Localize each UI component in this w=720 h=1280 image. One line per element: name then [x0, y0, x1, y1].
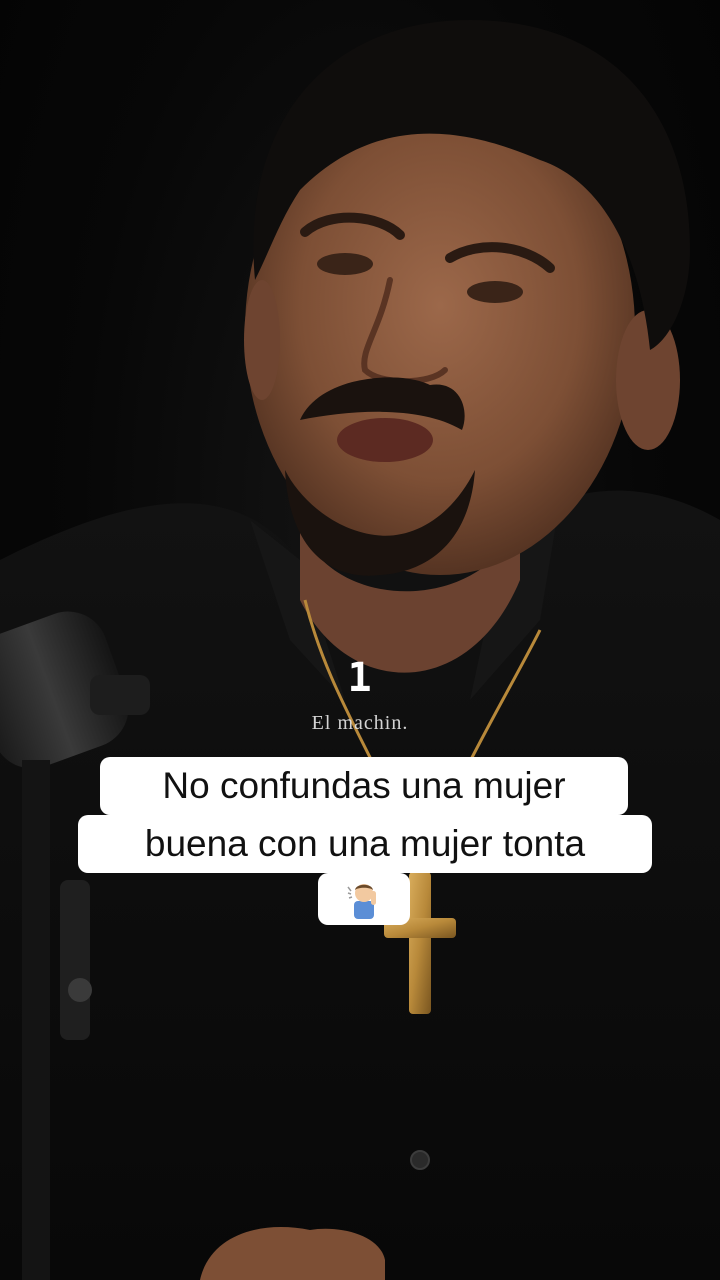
man-gesturing-emoji	[347, 884, 376, 919]
speaker-photo	[0, 20, 720, 1280]
caption-line-1: No confundas una mujer	[100, 757, 628, 815]
ear-left	[244, 280, 280, 400]
caption-line-2: buena con una mujer tonta	[78, 815, 652, 873]
eye-right	[467, 281, 523, 303]
man-gesturing-icon	[318, 873, 410, 925]
creator-handle: El machin.	[311, 712, 409, 734]
clip-counter: 1	[347, 655, 373, 701]
eye-left	[317, 253, 373, 275]
shirt-button	[410, 1150, 430, 1170]
mouth	[337, 418, 433, 462]
video-frame: 1 El machin. No confundas una mujer buen…	[0, 0, 720, 1280]
